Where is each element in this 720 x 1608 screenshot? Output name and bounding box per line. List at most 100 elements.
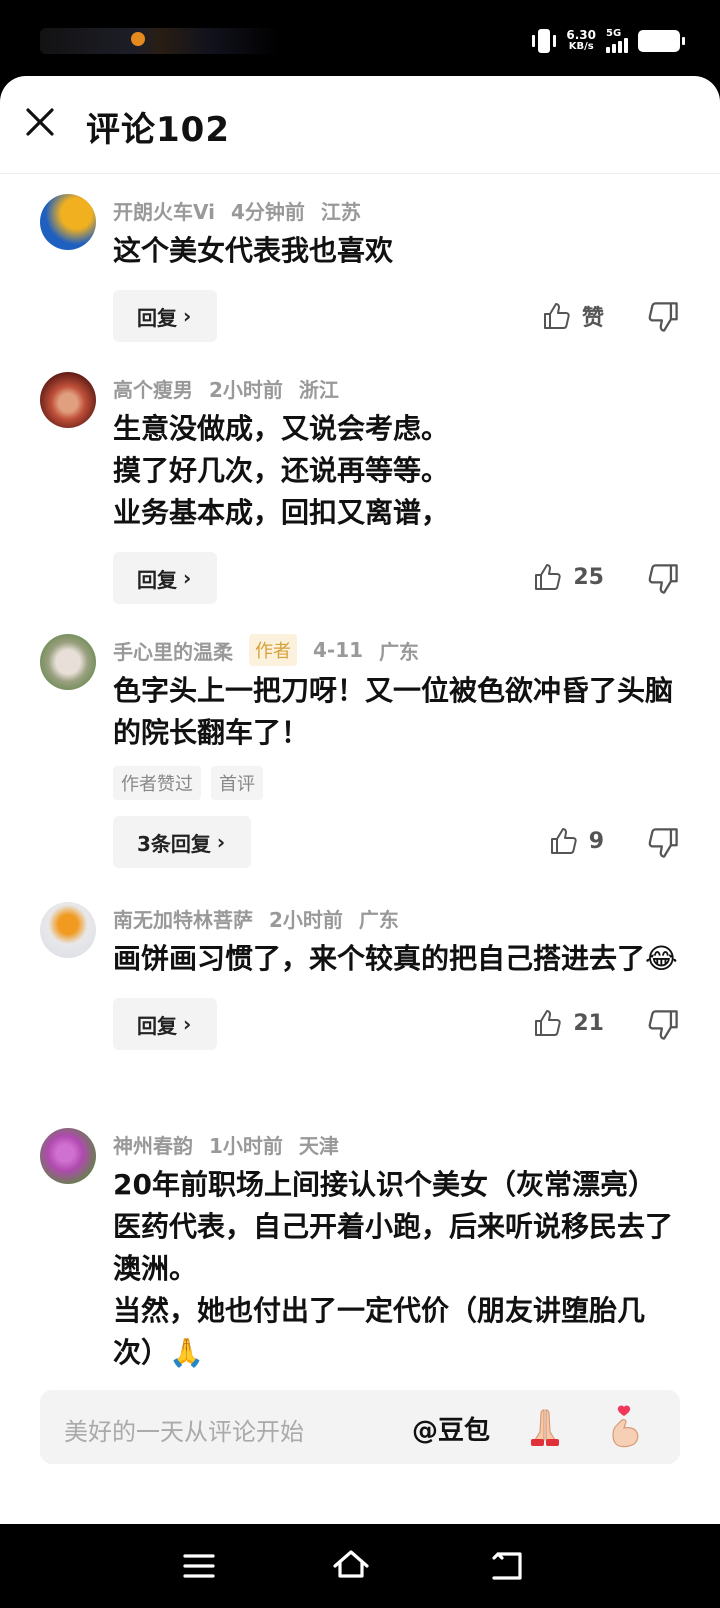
comment-input-placeholder[interactable]: 美好的一天从评论开始 xyxy=(64,1412,304,1447)
net-speed: 6.30 KB/s xyxy=(566,29,596,53)
like-button[interactable]: 21 xyxy=(533,1008,604,1038)
commenter-name[interactable]: 神州春韵 xyxy=(113,1130,193,1159)
comment-location: 天津 xyxy=(298,1133,339,1158)
reply-button[interactable]: 回复 › xyxy=(113,998,218,1050)
comment-item: 手心里的温柔 作者 4-11 广东 色字头上一把刀呀！又一位被色欲冲昏了头脑的院… xyxy=(0,614,720,882)
first-comment-tag: 首评 xyxy=(211,766,263,800)
commenter-name[interactable]: 开朗火车Vi xyxy=(113,196,215,225)
comment-meta: 高个瘦男 2小时前 浙江 xyxy=(113,352,680,404)
menu-icon[interactable] xyxy=(177,1544,221,1588)
author-badge: 作者 xyxy=(249,634,297,666)
like-count: 21 xyxy=(573,1010,604,1036)
notification-dot-icon xyxy=(131,32,145,46)
avatar[interactable] xyxy=(40,902,96,958)
view-replies-button[interactable]: 3条回复 › xyxy=(113,816,252,868)
reply-label: 回复 xyxy=(137,305,177,330)
battery-icon xyxy=(638,30,685,52)
system-nav-bar xyxy=(0,1524,720,1608)
commenter-name[interactable]: 手心里的温柔 xyxy=(113,636,233,665)
network-type: 5G xyxy=(606,28,622,39)
praying-hands-emoji: 🙏 xyxy=(169,1336,204,1369)
comment-text-content: 画饼画习惯了，来个较真的把自己搭进去了 xyxy=(113,942,646,975)
like-button[interactable]: 赞 xyxy=(542,300,604,332)
comment-item: 高个瘦男 2小时前 浙江 生意没做成，又说会考虑。 摸了好几次，还说再等等。 业… xyxy=(0,352,720,614)
comment-input-bar[interactable]: 美好的一天从评论开始 @豆包 xyxy=(40,1390,680,1464)
dislike-button[interactable] xyxy=(646,300,680,334)
avatar[interactable] xyxy=(40,634,96,690)
laughing-crying-emoji: 😂 xyxy=(645,942,678,975)
reply-button[interactable]: 回复 › xyxy=(113,552,218,604)
status-bar-notifications-blurred xyxy=(40,28,280,54)
comment-text: 画饼画习惯了，来个较真的把自己搭进去了😂 xyxy=(113,938,680,980)
comment-location: 江苏 xyxy=(320,199,361,224)
comment-item: 开朗火车Vi 4分钟前 江苏 这个美女代表我也喜欢 回复 › 赞 xyxy=(0,174,720,352)
reply-label: 回复 xyxy=(137,567,177,592)
close-icon[interactable] xyxy=(20,102,60,142)
thumbs-up-icon xyxy=(543,303,570,329)
comment-item: 南无加特林菩萨 2小时前 广东 画饼画习惯了，来个较真的把自己搭进去了😂 回复 … xyxy=(0,882,720,1108)
thumbs-up-icon xyxy=(535,1010,562,1036)
comment-text: 这个美女代表我也喜欢 xyxy=(113,234,394,267)
vibrate-icon xyxy=(532,28,557,54)
like-button[interactable]: 9 xyxy=(549,826,604,856)
comment-tags: 作者赞过 首评 xyxy=(113,766,680,800)
like-count: 赞 xyxy=(581,306,604,331)
comment-meta: 开朗火车Vi 4分钟前 江苏 xyxy=(113,174,680,226)
like-count: 9 xyxy=(588,828,604,854)
comment-meta: 南无加特林菩萨 2小时前 广东 xyxy=(113,882,680,934)
thumbs-up-icon xyxy=(550,828,577,854)
commenter-name[interactable]: 南无加特林菩萨 xyxy=(113,904,253,933)
like-button[interactable]: 25 xyxy=(533,562,604,592)
comment-location: 广东 xyxy=(379,639,420,664)
home-icon[interactable] xyxy=(329,1544,373,1588)
reply-label: 回复 xyxy=(137,1013,177,1038)
thumbs-down-icon xyxy=(648,302,678,332)
comment-text: 生意没做成，又说会考虑。 摸了好几次，还说再等等。 业务基本成，回扣又离谱， xyxy=(113,412,450,529)
comment-meta: 手心里的温柔 作者 4-11 广东 xyxy=(113,614,680,666)
chevron-right-icon: › xyxy=(183,566,192,590)
net-speed-unit: KB/s xyxy=(568,41,594,52)
avatar[interactable] xyxy=(40,372,96,428)
comment-actions: 3条回复 › 9 xyxy=(113,816,680,868)
comment-item: 神州春韵 1小时前 天津 20年前职场上间接认识个美女（灰常漂亮）医药代表，自己… xyxy=(0,1108,720,1408)
comment-text: 色字头上一把刀呀！又一位被色欲冲昏了头脑的院长翻车了！ xyxy=(113,674,674,749)
reply-button[interactable]: 回复 › xyxy=(113,290,218,342)
thumbs-down-icon xyxy=(648,564,678,594)
comment-location: 广东 xyxy=(358,907,399,932)
finger-heart-emoji-button[interactable] xyxy=(606,1404,650,1450)
avatar[interactable] xyxy=(40,194,96,250)
dislike-button[interactable] xyxy=(646,826,680,860)
comment-time: 1小时前 xyxy=(209,1133,283,1158)
chevron-right-icon: › xyxy=(183,1012,192,1036)
comment-text: 20年前职场上间接认识个美女（灰常漂亮）医药代表，自己开着小跑，后来听说移民去了… xyxy=(113,1164,680,1374)
comment-time: 4-11 xyxy=(313,638,364,662)
avatar[interactable] xyxy=(40,1128,96,1184)
comment-time: 2小时前 xyxy=(269,907,343,932)
comment-time: 2小时前 xyxy=(209,377,283,402)
status-bar-right: 6.30 KB/s 5G xyxy=(532,26,685,56)
comment-meta: 神州春韵 1小时前 天津 xyxy=(113,1108,680,1160)
thumbs-down-icon xyxy=(648,828,678,858)
comment-actions: 回复 › 21 xyxy=(113,998,680,1050)
chevron-right-icon: › xyxy=(216,830,226,854)
net-speed-value: 6.30 xyxy=(566,28,596,42)
thumbs-up-icon xyxy=(535,564,562,590)
like-count: 25 xyxy=(573,564,604,590)
status-bar: 6.30 KB/s 5G xyxy=(0,0,720,80)
comment-list[interactable]: 开朗火车Vi 4分钟前 江苏 这个美女代表我也喜欢 回复 › 赞 高个瘦男 2小… xyxy=(0,174,720,1408)
sheet-header: 评论102 xyxy=(0,76,720,174)
signal-icon: 5G xyxy=(606,29,628,53)
reply-label: 3条回复 xyxy=(137,831,211,856)
commenter-name[interactable]: 高个瘦男 xyxy=(113,374,193,403)
mention-doubao-button[interactable]: @豆包 xyxy=(412,1410,490,1447)
author-liked-tag: 作者赞过 xyxy=(113,766,201,800)
comment-sheet: 评论102 开朗火车Vi 4分钟前 江苏 这个美女代表我也喜欢 回复 › 赞 高… xyxy=(0,76,720,1524)
dislike-button[interactable] xyxy=(646,1008,680,1042)
comment-location: 浙江 xyxy=(298,377,339,402)
comment-actions: 回复 › 赞 xyxy=(113,290,680,342)
praying-hands-emoji-button[interactable] xyxy=(523,1406,567,1448)
dislike-button[interactable] xyxy=(646,562,680,596)
page-title: 评论102 xyxy=(86,110,230,150)
comment-time: 4分钟前 xyxy=(230,199,305,224)
back-icon[interactable] xyxy=(486,1544,530,1588)
